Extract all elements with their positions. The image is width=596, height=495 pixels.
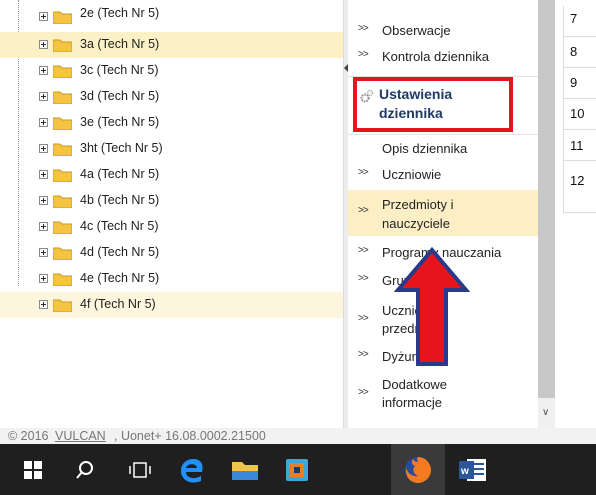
folder-icon	[53, 39, 72, 52]
chevron-double-icon: >>	[358, 349, 369, 360]
menu-item-label: Uczniowie	[382, 167, 442, 182]
number-cell: 8	[563, 37, 596, 68]
expand-icon[interactable]	[39, 196, 48, 205]
folder-icon	[53, 11, 72, 24]
footer-copyright: © 2016 VULCAN , Uonet+ 16.08.0002.21500	[0, 428, 596, 444]
tree-item-label: 2e (Tech Nr 5)	[80, 6, 160, 20]
chevron-double-icon: >>	[358, 273, 369, 284]
chevron-double-icon: >>	[358, 387, 369, 398]
number-cell: 9	[563, 68, 596, 99]
chevron-double-icon: >>	[358, 245, 369, 256]
folder-icon	[53, 91, 72, 104]
number-cell: 10	[563, 99, 596, 130]
number-cell: 12	[563, 161, 596, 213]
menu-item-label: Opis dziennika	[382, 141, 468, 156]
tree-item-label: 3e (Tech Nr 5)	[80, 115, 160, 129]
expand-icon[interactable]	[39, 40, 48, 49]
tree-item-label: 4c (Tech Nr 5)	[80, 219, 159, 233]
expand-icon[interactable]	[39, 222, 48, 231]
tree-item-label: 4f (Tech Nr 5)	[80, 297, 156, 311]
menu-item-label: Dodatkowe informacje	[382, 377, 448, 410]
edge-icon[interactable]	[167, 444, 217, 495]
expand-icon[interactable]	[39, 248, 48, 257]
number-cell: 7	[563, 6, 596, 37]
svg-text:w: w	[460, 466, 469, 477]
chevron-double-icon: >>	[358, 313, 369, 324]
menu-item-przedmioty-i-nauczyciele[interactable]: >> Przedmioty i nauczyciele	[348, 190, 538, 236]
folder-icon	[53, 273, 72, 286]
tree-item-label: 3a (Tech Nr 5)	[80, 37, 160, 51]
tree-item-4a[interactable]: 4a (Tech Nr 5)	[0, 162, 343, 188]
tree-item-3a[interactable]: 3a (Tech Nr 5)	[0, 32, 343, 58]
scrollbar-thumb[interactable]	[538, 0, 555, 398]
menu-item-obserwacje[interactable]: >> Obserwacje	[348, 18, 538, 44]
tree-item-2e[interactable]: 2e (Tech Nr 5)	[0, 4, 343, 30]
chevron-double-icon: >>	[358, 205, 369, 216]
menu-item-label: Kontrola dziennika	[382, 49, 489, 64]
search-icon[interactable]	[60, 444, 110, 495]
tree-item-label: 4d (Tech Nr 5)	[80, 245, 160, 259]
tree-item-3c[interactable]: 3c (Tech Nr 5)	[0, 58, 343, 84]
up-arrow-annotation-icon	[394, 246, 470, 366]
folder-icon	[53, 143, 72, 156]
expand-icon[interactable]	[39, 66, 48, 75]
tree-item-label: 3d (Tech Nr 5)	[80, 89, 160, 103]
menu-item-kontrola-dziennika[interactable]: >> Kontrola dziennika	[348, 44, 538, 72]
expand-icon[interactable]	[39, 274, 48, 283]
windows-taskbar: w	[0, 444, 596, 495]
tree-item-label: 4b (Tech Nr 5)	[80, 193, 160, 207]
menu-item-opis-dziennika[interactable]: Opis dziennika	[348, 136, 538, 162]
tree-item-4f[interactable]: 4f (Tech Nr 5)	[0, 292, 343, 318]
folder-icon	[53, 299, 72, 312]
firefox-icon[interactable]	[391, 444, 445, 495]
tree-item-label: 3c (Tech Nr 5)	[80, 63, 159, 77]
menu-divider	[348, 134, 538, 135]
chevron-double-icon: >>	[358, 167, 369, 178]
tree-item-label: 3ht (Tech Nr 5)	[80, 141, 163, 155]
chevron-double-icon: >>	[358, 23, 369, 34]
vulcan-link[interactable]: VULCAN	[55, 429, 106, 443]
menu-item-label: Obserwacje	[382, 23, 451, 38]
number-cell: 11	[563, 130, 596, 161]
task-view-icon[interactable]	[115, 444, 165, 495]
folder-icon	[53, 65, 72, 78]
expand-icon[interactable]	[39, 92, 48, 101]
version-text: , Uonet+ 16.08.0002.21500	[114, 429, 266, 443]
highlight-box-annotation	[353, 77, 513, 132]
class-tree-panel: 2e (Tech Nr 5) 3a (Tech Nr 5) 3c (Tech N…	[0, 0, 343, 428]
windows-start-icon[interactable]	[8, 444, 58, 495]
file-explorer-icon[interactable]	[220, 444, 270, 495]
folder-icon	[53, 247, 72, 260]
copyright-prefix: © 2016	[8, 429, 49, 443]
expand-icon[interactable]	[39, 170, 48, 179]
folder-icon	[53, 195, 72, 208]
expand-icon[interactable]	[39, 144, 48, 153]
tree-item-4c[interactable]: 4c (Tech Nr 5)	[0, 214, 343, 240]
expand-icon[interactable]	[39, 300, 48, 309]
folder-icon	[53, 221, 72, 234]
word-icon[interactable]: w	[448, 444, 498, 495]
tree-item-4b[interactable]: 4b (Tech Nr 5)	[0, 188, 343, 214]
lesson-number-column: 7 8 9 10 11 12	[555, 0, 596, 428]
tree-item-3e[interactable]: 3e (Tech Nr 5)	[0, 110, 343, 136]
expand-icon[interactable]	[39, 118, 48, 127]
expand-icon[interactable]	[39, 12, 48, 21]
tree-item-label: 4e (Tech Nr 5)	[80, 271, 160, 285]
chevron-double-icon: >>	[358, 49, 369, 60]
menu-item-label: Przedmioty i nauczyciele	[382, 197, 454, 231]
media-app-icon[interactable]	[272, 444, 322, 495]
chevron-down-icon[interactable]: ∨	[542, 407, 549, 418]
folder-icon	[53, 169, 72, 182]
vertical-scrollbar[interactable]: ∨	[538, 0, 555, 428]
tree-item-3ht[interactable]: 3ht (Tech Nr 5)	[0, 136, 343, 162]
menu-item-uczniowie[interactable]: >> Uczniowie	[348, 162, 538, 188]
tree-item-4e[interactable]: 4e (Tech Nr 5)	[0, 266, 343, 292]
tree-item-3d[interactable]: 3d (Tech Nr 5)	[0, 84, 343, 110]
menu-item-dodatkowe-informacje[interactable]: >> Dodatkowe informacje	[348, 372, 538, 418]
folder-icon	[53, 117, 72, 130]
tree-item-4d[interactable]: 4d (Tech Nr 5)	[0, 240, 343, 266]
tree-item-label: 4a (Tech Nr 5)	[80, 167, 160, 181]
